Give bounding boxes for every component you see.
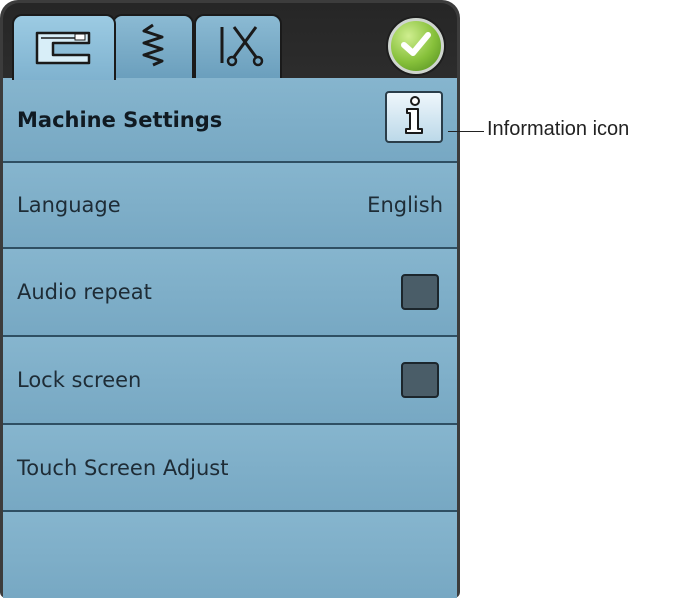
info-button[interactable] — [385, 91, 443, 143]
checkmark-icon — [400, 30, 432, 62]
audio-repeat-row: Audio repeat — [3, 247, 457, 335]
callout-line — [448, 131, 484, 132]
callout-label: Information icon — [487, 118, 630, 140]
language-value: English — [367, 193, 443, 217]
info-icon — [401, 95, 427, 139]
settings-panel: Machine Settings Language English Audio … — [3, 78, 457, 598]
tab-tools[interactable] — [194, 14, 282, 78]
tab-sewing-machine[interactable] — [12, 14, 116, 80]
lock-screen-label: Lock screen — [17, 368, 142, 392]
touch-screen-adjust-label: Touch Screen Adjust — [17, 455, 229, 480]
sewing-machine-icon — [31, 25, 97, 71]
touch-screen-adjust-row[interactable]: Touch Screen Adjust — [3, 423, 457, 510]
page-title: Machine Settings — [17, 107, 223, 132]
tab-stitch[interactable] — [112, 14, 194, 78]
audio-repeat-label: Audio repeat — [17, 280, 152, 304]
lock-screen-row: Lock screen — [3, 335, 457, 423]
needle-scissors-icon — [212, 23, 264, 71]
language-label: Language — [17, 193, 121, 217]
lock-screen-checkbox[interactable] — [401, 362, 439, 398]
sewing-machine-screen: Machine Settings Language English Audio … — [0, 0, 460, 598]
tab-bar — [0, 0, 460, 80]
audio-repeat-checkbox[interactable] — [401, 274, 439, 310]
ok-button[interactable] — [388, 18, 444, 74]
header-row: Machine Settings — [3, 78, 457, 161]
empty-row — [3, 510, 457, 598]
zigzag-stitch-icon — [138, 23, 168, 71]
language-row[interactable]: Language English — [3, 161, 457, 247]
